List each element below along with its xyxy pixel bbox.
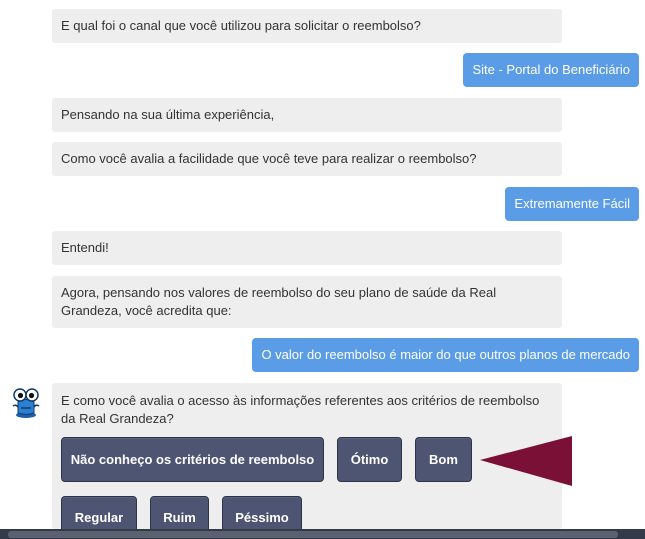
option-bom-button[interactable]: Bom bbox=[415, 437, 472, 482]
robot-mascot-icon bbox=[12, 388, 40, 418]
user-message: Site - Portal do Beneficiário bbox=[463, 53, 639, 87]
option-nao-conheco-button[interactable]: Não conheço os critérios de reembolso bbox=[61, 437, 324, 482]
user-message: Extremamente Fácil bbox=[505, 187, 639, 221]
scrollbar-thumb[interactable] bbox=[8, 531, 618, 538]
bot-message: E qual foi o canal que você utilizou par… bbox=[52, 9, 562, 43]
bot-message: Entendi! bbox=[52, 231, 562, 265]
bot-message: Agora, pensando nos valores de reembolso… bbox=[52, 276, 562, 328]
bot-question-text: E como você avalia o acesso às informaçõ… bbox=[61, 393, 540, 426]
bot-message: Como você avalia a facilidade que você t… bbox=[52, 142, 562, 176]
option-otimo-button[interactable]: Ótimo bbox=[337, 437, 402, 482]
bot-message: Pensando na sua última experiência, bbox=[52, 98, 562, 132]
pointer-arrow-icon bbox=[480, 436, 572, 486]
user-message: O valor do reembolso é maior do que outr… bbox=[252, 338, 639, 372]
